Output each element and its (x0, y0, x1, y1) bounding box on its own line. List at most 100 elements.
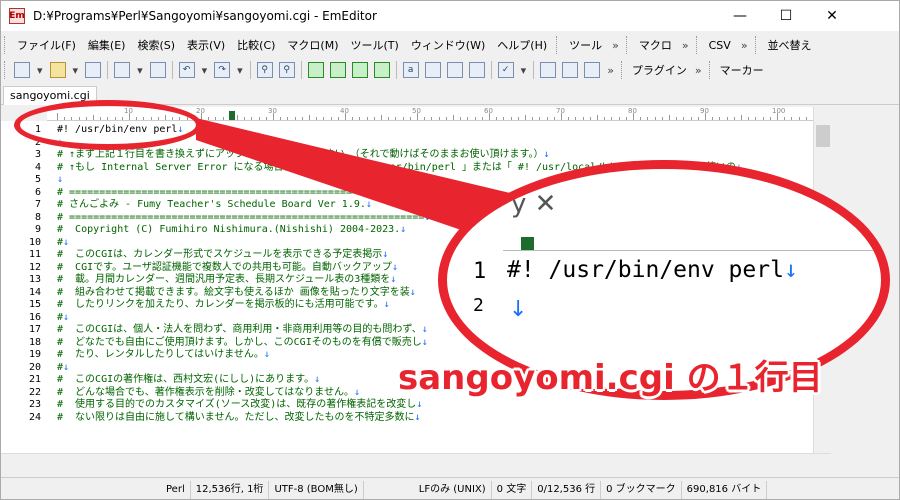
lf-mark: ↓ (543, 149, 550, 160)
chevron-icon[interactable]: » (741, 39, 748, 52)
minimize-button[interactable]: — (717, 1, 763, 31)
toolbar-grip[interactable] (556, 36, 560, 54)
ruler-tick (589, 117, 591, 120)
ruler-tick (467, 117, 469, 120)
menu-search[interactable]: 検索(S) (131, 37, 181, 53)
outline-icon[interactable] (307, 62, 324, 78)
menu-tools[interactable]: ツール(T) (345, 37, 405, 53)
chevron-icon[interactable]: » (682, 39, 689, 52)
ruler-tick (366, 117, 368, 120)
menu-file[interactable]: ファイル(F) (11, 37, 82, 53)
open-folder-icon[interactable] (49, 62, 66, 78)
wrap-page-icon[interactable] (373, 62, 390, 78)
spell-check-icon[interactable]: a (402, 62, 419, 78)
new-file-icon[interactable] (14, 62, 30, 78)
status-position[interactable]: 12,536行, 1桁 (191, 480, 270, 499)
undo-icon[interactable]: ↶ (178, 62, 195, 78)
toolbar-plugin-label[interactable]: プラグイン (628, 62, 691, 78)
code-line: # ======================================… (57, 212, 430, 225)
toolbar-csv-label[interactable]: CSV (703, 39, 737, 52)
ruler-tick (445, 117, 447, 120)
emeditor-app-icon[interactable]: Em (9, 8, 25, 24)
ruler-label: 100 (772, 107, 786, 115)
chevron-down-icon[interactable]: ▾ (73, 64, 79, 77)
toolbar-sort-label[interactable]: 並べ替え (762, 37, 818, 53)
toolbar-grip[interactable] (620, 61, 625, 79)
wrap-window-icon[interactable] (351, 62, 368, 78)
format-icon[interactable] (446, 62, 463, 78)
document-icon[interactable] (584, 62, 601, 78)
chevron-down-icon[interactable]: ▾ (237, 64, 243, 77)
line-number-gutter[interactable]: 1 2 3 4 5 6 7 8 9 10 11 12 13 14 15 16 17 18 19 20 21 22 23 24 (1, 121, 47, 453)
ruler-tick (431, 117, 433, 120)
lf-mark: ↓ (391, 261, 398, 273)
menu-edit[interactable]: 編集(E) (82, 37, 132, 53)
chevron-icon[interactable]: » (612, 39, 619, 52)
ruler-tick (669, 115, 670, 120)
menu-view[interactable]: 表示(V) (181, 37, 231, 53)
line-number: 21 (28, 374, 41, 385)
chevron-down-icon[interactable]: ▾ (202, 64, 208, 77)
menu-macro[interactable]: マクロ(M) (281, 37, 344, 53)
ruler-tick (784, 117, 786, 120)
menu-compare[interactable]: 比較(C) (231, 37, 281, 53)
ab-replace-icon[interactable] (468, 62, 485, 78)
code-line: #↓ (57, 362, 69, 375)
ruler-label: 90 (700, 107, 709, 115)
picture-icon[interactable] (562, 62, 579, 78)
toolbar-grip[interactable] (754, 36, 759, 54)
ruler-tick (352, 117, 354, 120)
toolbar-marker-label[interactable]: マーカー (716, 62, 768, 78)
toolbar-grip[interactable] (625, 36, 630, 54)
checkbox-icon[interactable]: ✓ (497, 62, 514, 78)
scroll-thumb[interactable] (816, 125, 830, 147)
title-bar[interactable]: Em D:¥Programs¥Perl¥Sangoyomi¥sangoyomi.… (1, 1, 899, 31)
window-icon[interactable] (149, 62, 166, 78)
ruler-tick (316, 117, 318, 120)
toolbar-grip[interactable] (4, 61, 8, 79)
save-icon[interactable] (85, 62, 102, 78)
chevron-down-icon[interactable]: ▾ (37, 64, 43, 77)
lf-mark: ↓ (383, 299, 390, 310)
chevron-down-icon[interactable]: ▾ (137, 64, 143, 77)
code-line: # どなたでも自由にご使用頂けます。しかし、このCGIそのものを有償で販売し↓ (57, 337, 428, 350)
toolbar-grip[interactable] (708, 61, 713, 79)
find-icon[interactable]: ⚲ (256, 62, 273, 78)
wrap-icon[interactable] (329, 62, 346, 78)
maximize-button[interactable]: ☐ (763, 1, 809, 31)
lf-mark: ↓ (263, 349, 270, 360)
menu-help[interactable]: ヘルプ(H) (491, 37, 553, 53)
lf-mark: ↓ (63, 236, 70, 248)
lf-mark: ↓ (421, 324, 428, 335)
toolbar-macro-label[interactable]: マクロ (633, 37, 678, 53)
redo-icon[interactable]: ↷ (214, 62, 231, 78)
ruler-tick (237, 115, 238, 120)
toolbar-grip[interactable] (695, 36, 700, 54)
toolbar-tools-label[interactable]: ツール (563, 37, 608, 53)
code-line-text: # ======================================… (57, 186, 425, 198)
ruler-tick (798, 117, 800, 120)
menu-grip[interactable] (4, 36, 8, 54)
ruler-tick (438, 117, 440, 120)
ruler-tick (726, 117, 728, 120)
status-language[interactable]: Perl (161, 480, 191, 499)
lf-mark: ↓ (57, 174, 64, 185)
code-line: # このCGIの著作権は、西村文宏(にしし)にあります。↓ (57, 374, 320, 387)
close-button[interactable]: ✕ (809, 1, 855, 31)
line-number: 13 (28, 274, 41, 285)
paste-icon[interactable] (114, 62, 131, 78)
chevron-down-icon[interactable]: ▾ (521, 64, 527, 77)
menu-window[interactable]: ウィンドウ(W) (405, 37, 491, 53)
toolbar-separator (171, 61, 173, 79)
convert-icon[interactable] (424, 62, 441, 78)
line-number: 6 (34, 186, 41, 198)
chevron-icon[interactable]: » (695, 64, 702, 77)
image-icon[interactable] (540, 62, 557, 78)
horizontal-scrollbar[interactable] (1, 453, 831, 469)
status-line-ending[interactable]: LFのみ (UNIX) (414, 480, 492, 499)
find-highlight-icon[interactable]: ⚲ (278, 62, 295, 78)
ruler-tick (496, 117, 498, 120)
chevron-icon[interactable]: » (607, 64, 614, 77)
line-number: 17 (28, 324, 41, 335)
status-encoding[interactable]: UTF-8 (BOM無し) (269, 480, 364, 499)
